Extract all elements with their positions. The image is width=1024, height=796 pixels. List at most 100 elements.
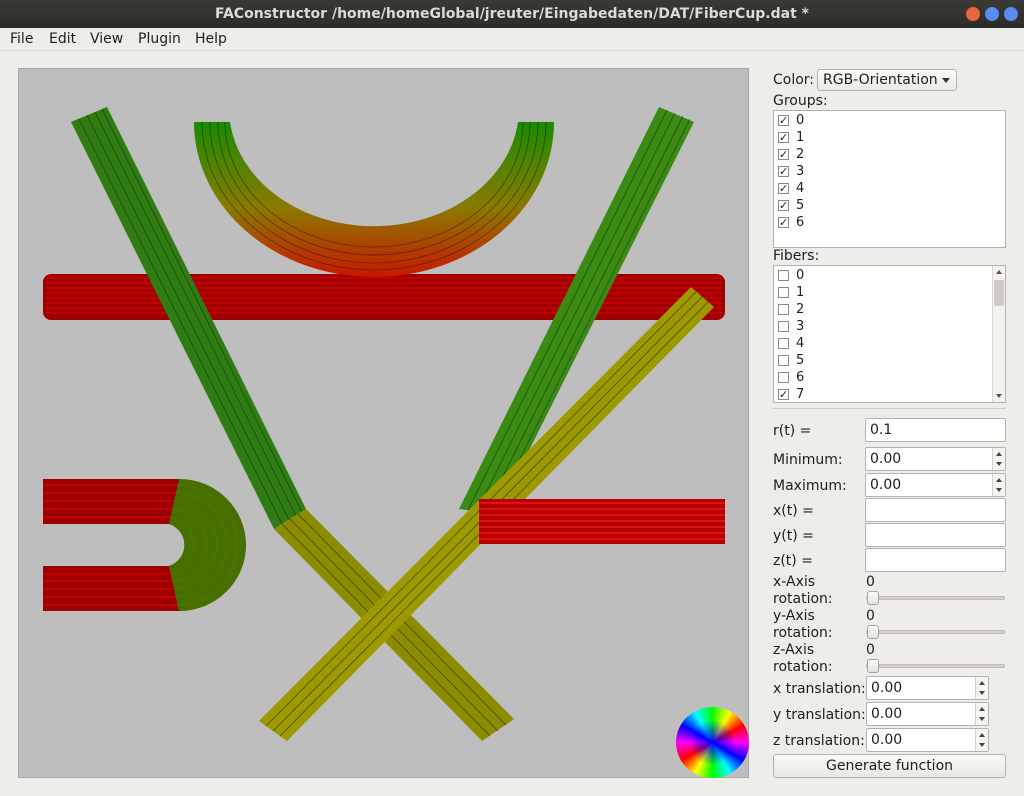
chevron-down-icon: [942, 78, 950, 83]
y-rotation-value: 0: [866, 608, 875, 624]
fibers-item-label: 1: [796, 285, 805, 300]
fibers-checkbox[interactable]: [778, 338, 789, 349]
r-input[interactable]: 0.1: [865, 418, 1006, 442]
groups-item-1[interactable]: ✓ 1: [774, 129, 1005, 146]
fibers-list[interactable]: 0 1 2 3 4 5 6 ✓ 7: [773, 265, 1006, 403]
y-rotation-slider[interactable]: [866, 625, 1005, 639]
menu-help[interactable]: Help: [195, 31, 227, 47]
x-rotation-label-2: rotation:: [773, 591, 833, 607]
groups-checkbox[interactable]: ✓: [778, 183, 789, 194]
scroll-down-icon[interactable]: [996, 394, 1002, 398]
fibers-item-2[interactable]: 2: [774, 301, 1005, 318]
y-rotation-label-2: rotation:: [773, 625, 833, 641]
fibers-item-label: 5: [796, 353, 805, 368]
slider-handle[interactable]: [867, 591, 879, 605]
red-bundle-top: [43, 274, 725, 320]
maximize-icon[interactable]: [1004, 7, 1018, 21]
fibers-item-3[interactable]: 3: [774, 318, 1005, 335]
close-icon[interactable]: [966, 7, 980, 21]
z-translation-stepper[interactable]: [975, 729, 988, 751]
maximum-spinbox[interactable]: 0.00: [865, 473, 1006, 497]
fibers-item-6[interactable]: 6: [774, 369, 1005, 386]
color-select[interactable]: RGB-Orientation: [817, 69, 957, 91]
groups-item-0[interactable]: ✓ 0: [774, 112, 1005, 129]
fibers-checkbox[interactable]: [778, 321, 789, 332]
groups-item-label: 3: [796, 164, 805, 179]
z-rotation-slider[interactable]: [866, 659, 1005, 673]
minimize-icon[interactable]: [985, 7, 999, 21]
fibers-checkbox[interactable]: [778, 304, 789, 315]
color-select-value: RGB-Orientation: [823, 72, 938, 88]
fibers-checkbox[interactable]: [778, 372, 789, 383]
fibers-item-label: 4: [796, 336, 805, 351]
groups-item-2[interactable]: ✓ 2: [774, 146, 1005, 163]
fibers-item-7[interactable]: ✓ 7: [774, 386, 1005, 402]
y-translation-stepper[interactable]: [975, 703, 988, 725]
fiber-viewport[interactable]: [18, 68, 749, 778]
menu-edit[interactable]: Edit: [49, 31, 76, 47]
slider-handle[interactable]: [867, 659, 879, 673]
x-rotation-label: x-Axis: [773, 574, 816, 590]
fibers-checkbox[interactable]: [778, 287, 789, 298]
z-function-label: z(t) =: [773, 553, 813, 569]
slider-handle[interactable]: [867, 625, 879, 639]
y-translation-spinbox[interactable]: 0.00: [866, 702, 989, 726]
fibers-item-label: 3: [796, 319, 805, 334]
groups-checkbox[interactable]: ✓: [778, 217, 789, 228]
fibers-item-5[interactable]: 5: [774, 352, 1005, 369]
groups-item-5[interactable]: ✓ 5: [774, 197, 1005, 214]
minimum-spinbox[interactable]: 0.00: [865, 447, 1006, 471]
z-translation-label: z translation:: [773, 733, 865, 749]
color-label: Color:: [773, 72, 815, 88]
x-function-label: x(t) =: [773, 503, 814, 519]
y-function-input[interactable]: [865, 523, 1006, 547]
title-bar: FAConstructor /home/homeGlobal/jreuter/E…: [0, 0, 1024, 28]
fibers-checkbox[interactable]: [778, 355, 789, 366]
fibers-item-0[interactable]: 0: [774, 267, 1005, 284]
menu-view[interactable]: View: [90, 31, 123, 47]
groups-item-3[interactable]: ✓ 3: [774, 163, 1005, 180]
menu-file[interactable]: File: [10, 31, 33, 47]
z-translation-spinbox[interactable]: 0.00: [866, 728, 989, 752]
groups-checkbox[interactable]: ✓: [778, 149, 789, 160]
groups-checkbox[interactable]: ✓: [778, 132, 789, 143]
groups-item-6[interactable]: ✓ 6: [774, 214, 1005, 231]
groups-checkbox[interactable]: ✓: [778, 115, 789, 126]
fibers-label: Fibers:: [773, 248, 820, 264]
z-rotation-value: 0: [866, 642, 875, 658]
minimum-stepper[interactable]: [992, 448, 1005, 470]
groups-item-label: 1: [796, 130, 805, 145]
x-translation-label: x translation:: [773, 681, 866, 697]
scroll-up-icon[interactable]: [996, 270, 1002, 274]
x-translation-spinbox[interactable]: 0.00: [866, 676, 989, 700]
x-function-input[interactable]: [865, 498, 1006, 522]
generate-function-button[interactable]: Generate function: [773, 754, 1006, 778]
fibers-checkbox[interactable]: [778, 270, 789, 281]
fibers-checkbox[interactable]: ✓: [778, 389, 789, 400]
scrollbar-thumb[interactable]: [994, 280, 1004, 306]
fibers-scrollbar[interactable]: [992, 266, 1005, 402]
x-rotation-slider[interactable]: [866, 591, 1005, 605]
fiber-rendering: [43, 107, 725, 741]
y-translation-value: 0.00: [871, 706, 903, 722]
y-function-label: y(t) =: [773, 528, 814, 544]
arc-bundle: [194, 121, 554, 277]
orientation-sphere-icon: [676, 707, 749, 778]
x-translation-stepper[interactable]: [975, 677, 988, 699]
y-translation-label: y translation:: [773, 707, 866, 723]
maximum-label: Maximum:: [773, 478, 847, 494]
groups-checkbox[interactable]: ✓: [778, 166, 789, 177]
groups-checkbox[interactable]: ✓: [778, 200, 789, 211]
groups-item-4[interactable]: ✓ 4: [774, 180, 1005, 197]
fibers-item-label: 0: [796, 268, 805, 283]
menu-plugin[interactable]: Plugin: [138, 31, 181, 47]
maximum-stepper[interactable]: [992, 474, 1005, 496]
z-translation-value: 0.00: [871, 732, 903, 748]
z-function-input[interactable]: [865, 548, 1006, 572]
groups-item-label: 6: [796, 215, 805, 230]
z-rotation-label-2: rotation:: [773, 659, 833, 675]
groups-item-label: 5: [796, 198, 805, 213]
fibers-item-4[interactable]: 4: [774, 335, 1005, 352]
fibers-item-1[interactable]: 1: [774, 284, 1005, 301]
groups-list[interactable]: ✓ 0 ✓ 1 ✓ 2 ✓ 3 ✓ 4 ✓ 5 ✓ 6: [773, 110, 1006, 248]
